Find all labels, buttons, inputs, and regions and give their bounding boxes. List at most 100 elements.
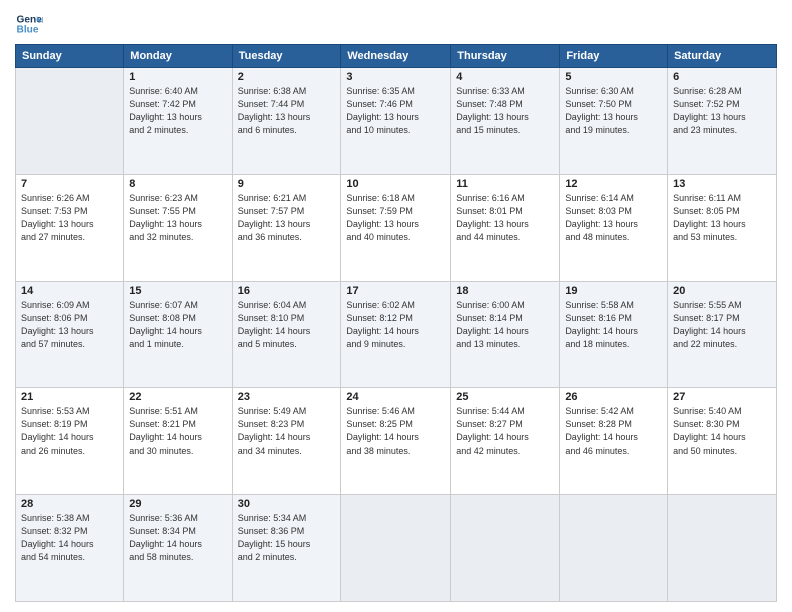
calendar-cell: 1 Sunrise: 6:40 AM Sunset: 7:42 PM Daylig… [124, 68, 232, 175]
day-info: Sunrise: 5:38 AM Sunset: 8:32 PM Dayligh… [21, 512, 118, 564]
day-info: Sunrise: 6:23 AM Sunset: 7:55 PM Dayligh… [129, 192, 226, 244]
day-info: Sunrise: 6:33 AM Sunset: 7:48 PM Dayligh… [456, 85, 554, 137]
day-number: 7 [21, 178, 118, 190]
logo: General Blue [15, 10, 47, 38]
calendar-cell: 29Sunrise: 5:36 AM Sunset: 8:34 PM Dayli… [124, 495, 232, 602]
calendar-cell: 24 Sunrise: 5:46 AM Sunset: 8:25 PM Dayli… [341, 388, 451, 495]
day-number: 14 [21, 285, 118, 297]
day-number: 3 [346, 71, 445, 83]
day-number: 23 [238, 391, 336, 403]
calendar-cell [341, 495, 451, 602]
calendar-cell [16, 68, 124, 175]
day-number: 9 [238, 178, 336, 190]
week-row-2: 7Sunrise: 6:26 AM Sunset: 7:53 PM Daylig… [16, 174, 777, 281]
col-header-wednesday: Wednesday [341, 45, 451, 68]
day-number: 12 [565, 178, 662, 190]
day-info: Sunrise: 6:04 AM Sunset: 8:10 PM Dayligh… [238, 299, 336, 351]
calendar-cell: 21 Sunrise: 5:53 AM Sunset: 8:19 PM Dayli… [16, 388, 124, 495]
calendar-cell: 22 Sunrise: 5:51 AM Sunset: 8:21 PM Dayli… [124, 388, 232, 495]
day-info: Sunrise: 5:49 AM Sunset: 8:23 PM Dayligh… [238, 405, 336, 457]
calendar-cell: 9 Sunrise: 6:21 AM Sunset: 7:57 PM Daylig… [232, 174, 341, 281]
day-info: Sunrise: 6:21 AM Sunset: 7:57 PM Dayligh… [238, 192, 336, 244]
day-number: 4 [456, 71, 554, 83]
day-number: 22 [129, 391, 226, 403]
day-number: 17 [346, 285, 445, 297]
day-number: 24 [346, 391, 445, 403]
day-number: 11 [456, 178, 554, 190]
day-number: 25 [456, 391, 554, 403]
day-info: Sunrise: 6:07 AM Sunset: 8:08 PM Dayligh… [129, 299, 226, 351]
day-info: Sunrise: 5:36 AM Sunset: 8:34 PM Dayligh… [129, 512, 226, 564]
day-info: Sunrise: 6:14 AM Sunset: 8:03 PM Dayligh… [565, 192, 662, 244]
day-number: 16 [238, 285, 336, 297]
day-number: 5 [565, 71, 662, 83]
calendar-cell: 28 Sunrise: 5:38 AM Sunset: 8:32 PM Dayli… [16, 495, 124, 602]
calendar-cell: 5 Sunrise: 6:30 AM Sunset: 7:50 PM Daylig… [560, 68, 668, 175]
day-number: 6 [673, 71, 771, 83]
day-number: 15 [129, 285, 226, 297]
calendar-cell: 12 Sunrise: 6:14 AM Sunset: 8:03 PM Dayli… [560, 174, 668, 281]
calendar-cell: 23 Sunrise: 5:49 AM Sunset: 8:23 PM Dayli… [232, 388, 341, 495]
day-number: 27 [673, 391, 771, 403]
day-number: 30 [238, 498, 336, 510]
day-info: Sunrise: 5:55 AM Sunset: 8:17 PM Dayligh… [673, 299, 771, 351]
day-number: 18 [456, 285, 554, 297]
calendar-cell [451, 495, 560, 602]
day-info: Sunrise: 5:46 AM Sunset: 8:25 PM Dayligh… [346, 405, 445, 457]
day-number: 21 [21, 391, 118, 403]
day-info: Sunrise: 5:44 AM Sunset: 8:27 PM Dayligh… [456, 405, 554, 457]
logo-icon: General Blue [15, 10, 43, 38]
col-header-saturday: Saturday [668, 45, 777, 68]
calendar-cell: 19 Sunrise: 5:58 AM Sunset: 8:16 PM Dayli… [560, 281, 668, 388]
header-row: SundayMondayTuesdayWednesdayThursdayFrid… [16, 45, 777, 68]
col-header-friday: Friday [560, 45, 668, 68]
day-info: Sunrise: 6:40 AM Sunset: 7:42 PM Dayligh… [129, 85, 226, 137]
calendar-cell: 11 Sunrise: 6:16 AM Sunset: 8:01 PM Dayli… [451, 174, 560, 281]
calendar-cell: 10Sunrise: 6:18 AM Sunset: 7:59 PM Dayli… [341, 174, 451, 281]
day-info: Sunrise: 6:16 AM Sunset: 8:01 PM Dayligh… [456, 192, 554, 244]
calendar-table: SundayMondayTuesdayWednesdayThursdayFrid… [15, 44, 777, 602]
calendar-cell: 8 Sunrise: 6:23 AM Sunset: 7:55 PM Daylig… [124, 174, 232, 281]
day-number: 2 [238, 71, 336, 83]
calendar-cell [560, 495, 668, 602]
day-number: 8 [129, 178, 226, 190]
calendar-cell: 30Sunrise: 5:34 AM Sunset: 8:36 PM Dayli… [232, 495, 341, 602]
week-row-5: 28 Sunrise: 5:38 AM Sunset: 8:32 PM Dayli… [16, 495, 777, 602]
calendar-cell: 14Sunrise: 6:09 AM Sunset: 8:06 PM Dayli… [16, 281, 124, 388]
day-info: Sunrise: 6:38 AM Sunset: 7:44 PM Dayligh… [238, 85, 336, 137]
calendar-cell: 3 Sunrise: 6:35 AM Sunset: 7:46 PM Daylig… [341, 68, 451, 175]
calendar-cell: 27 Sunrise: 5:40 AM Sunset: 8:30 PM Dayli… [668, 388, 777, 495]
day-info: Sunrise: 5:51 AM Sunset: 8:21 PM Dayligh… [129, 405, 226, 457]
calendar-cell: 26 Sunrise: 5:42 AM Sunset: 8:28 PM Dayli… [560, 388, 668, 495]
day-info: Sunrise: 5:42 AM Sunset: 8:28 PM Dayligh… [565, 405, 662, 457]
calendar-page: General Blue SundayMondayTuesdayWednesda… [0, 0, 792, 612]
week-row-4: 21 Sunrise: 5:53 AM Sunset: 8:19 PM Dayli… [16, 388, 777, 495]
day-info: Sunrise: 5:53 AM Sunset: 8:19 PM Dayligh… [21, 405, 118, 457]
col-header-monday: Monday [124, 45, 232, 68]
day-number: 28 [21, 498, 118, 510]
calendar-cell: 25 Sunrise: 5:44 AM Sunset: 8:27 PM Dayli… [451, 388, 560, 495]
day-info: Sunrise: 6:11 AM Sunset: 8:05 PM Dayligh… [673, 192, 771, 244]
day-number: 1 [129, 71, 226, 83]
day-info: Sunrise: 6:35 AM Sunset: 7:46 PM Dayligh… [346, 85, 445, 137]
calendar-cell: 16 Sunrise: 6:04 AM Sunset: 8:10 PM Dayli… [232, 281, 341, 388]
header: General Blue [15, 10, 777, 38]
svg-text:Blue: Blue [17, 25, 39, 36]
calendar-cell: 4 Sunrise: 6:33 AM Sunset: 7:48 PM Daylig… [451, 68, 560, 175]
calendar-cell: 2 Sunrise: 6:38 AM Sunset: 7:44 PM Daylig… [232, 68, 341, 175]
col-header-tuesday: Tuesday [232, 45, 341, 68]
day-info: Sunrise: 6:30 AM Sunset: 7:50 PM Dayligh… [565, 85, 662, 137]
calendar-cell: 6 Sunrise: 6:28 AM Sunset: 7:52 PM Daylig… [668, 68, 777, 175]
calendar-cell: 17 Sunrise: 6:02 AM Sunset: 8:12 PM Dayli… [341, 281, 451, 388]
day-info: Sunrise: 6:02 AM Sunset: 8:12 PM Dayligh… [346, 299, 445, 351]
day-info: Sunrise: 5:58 AM Sunset: 8:16 PM Dayligh… [565, 299, 662, 351]
day-number: 19 [565, 285, 662, 297]
col-header-sunday: Sunday [16, 45, 124, 68]
day-info: Sunrise: 6:18 AM Sunset: 7:59 PM Dayligh… [346, 192, 445, 244]
day-number: 20 [673, 285, 771, 297]
calendar-cell: 20 Sunrise: 5:55 AM Sunset: 8:17 PM Dayli… [668, 281, 777, 388]
day-info: Sunrise: 6:28 AM Sunset: 7:52 PM Dayligh… [673, 85, 771, 137]
day-info: Sunrise: 5:40 AM Sunset: 8:30 PM Dayligh… [673, 405, 771, 457]
calendar-cell [668, 495, 777, 602]
day-number: 26 [565, 391, 662, 403]
